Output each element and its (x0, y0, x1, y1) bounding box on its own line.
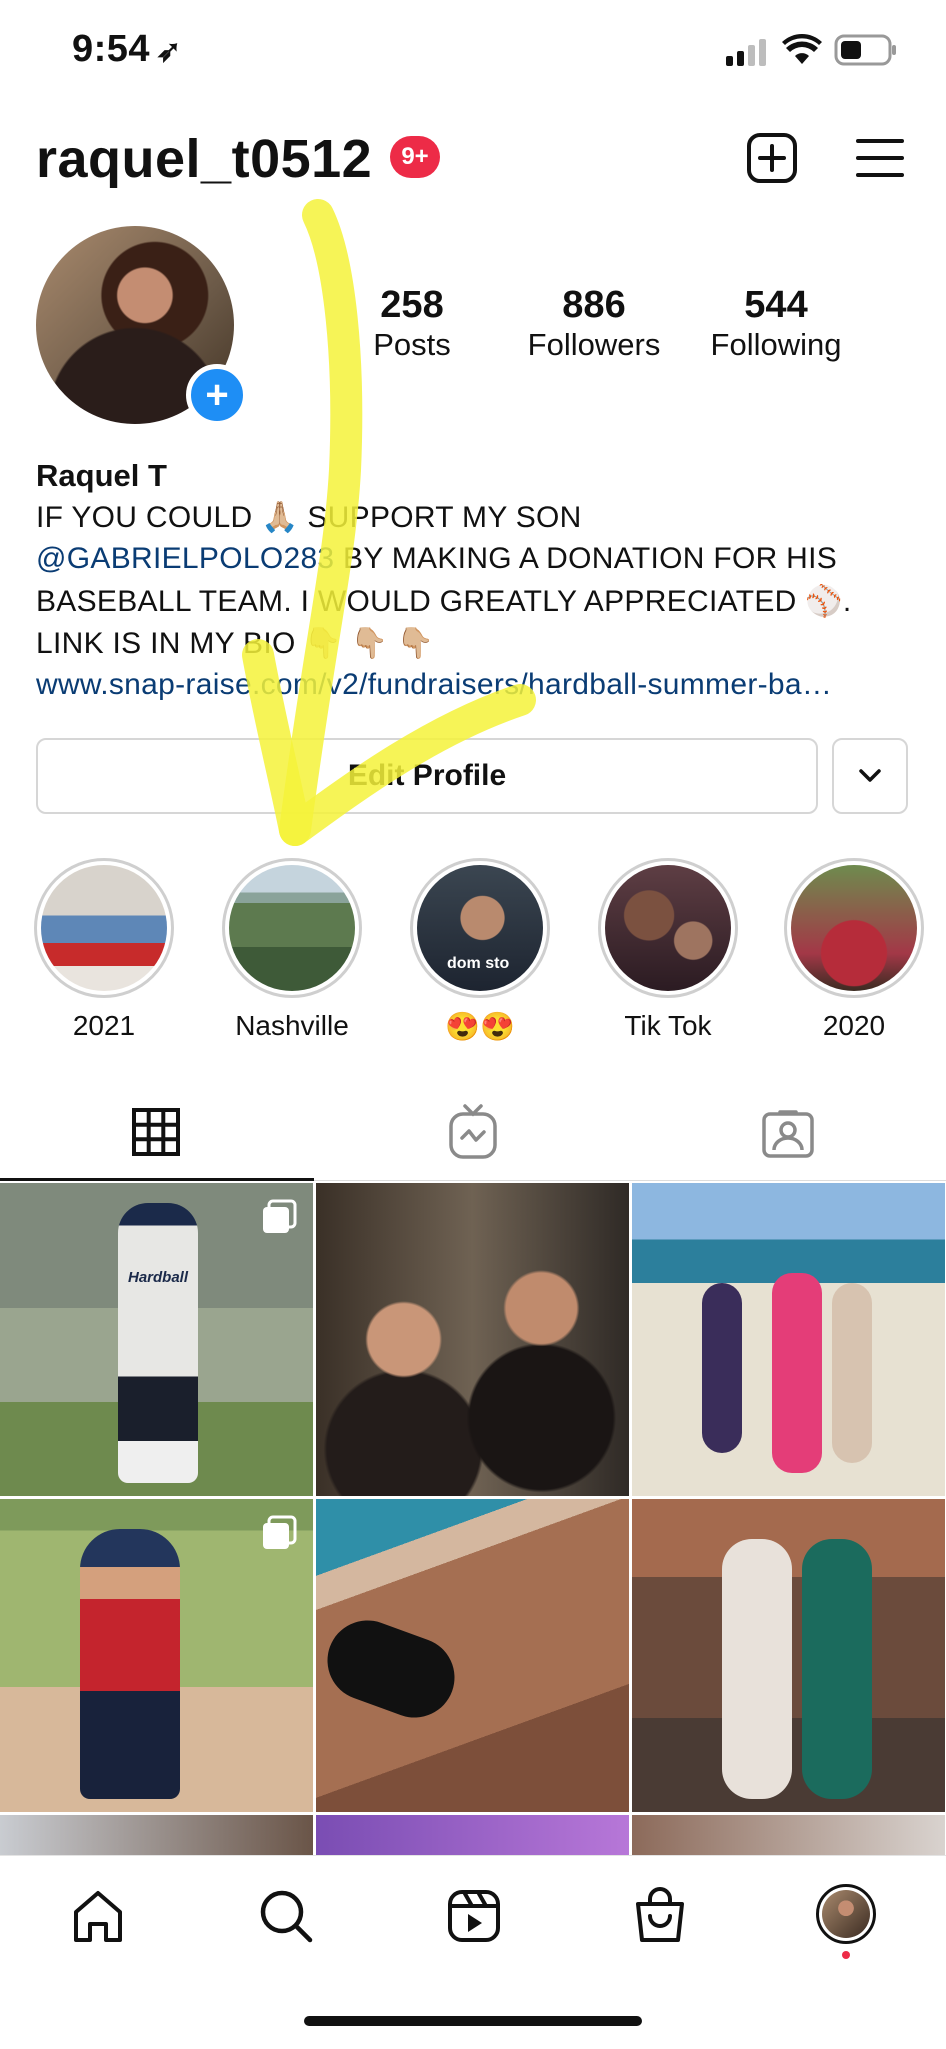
active-tab-indicator (0, 1178, 314, 1181)
nav-profile[interactable] (816, 1884, 876, 1944)
notification-dot (842, 1951, 850, 1959)
tab-tagged[interactable] (762, 1108, 814, 1158)
home-indicator (304, 2016, 642, 2026)
nav-reels[interactable] (446, 1888, 502, 1944)
post-thumbnail[interactable] (0, 1815, 313, 1855)
nav-shop[interactable] (632, 1886, 688, 1944)
tagged-person-icon (762, 1110, 814, 1158)
multiple-photos-icon (263, 1515, 297, 1549)
profile-avatar-small (822, 1890, 870, 1938)
annotation-arrow (242, 199, 536, 846)
grid-icon (132, 1108, 180, 1156)
highlight-label: Tik Tok (624, 1010, 712, 1041)
search-icon (260, 1890, 313, 1943)
nav-home[interactable] (70, 1888, 126, 1944)
highlight-label: 2020 (822, 1010, 886, 1041)
jersey-text: Hardball (128, 1269, 189, 1286)
player-figure (118, 1203, 198, 1483)
home-icon (74, 1891, 122, 1942)
post-thumbnail-kid-baseball[interactable] (0, 1499, 313, 1812)
reels-icon (448, 1890, 500, 1942)
tab-igtv[interactable] (448, 1104, 498, 1160)
highlight-label: 😍😍 (445, 1011, 515, 1042)
tab-posts-grid[interactable] (132, 1108, 180, 1156)
post-thumbnail-pool-selfie[interactable] (316, 1499, 629, 1812)
post-thumbnail-baseball-player[interactable]: Hardball (0, 1183, 313, 1496)
post-thumbnail[interactable] (316, 1815, 629, 1855)
post-thumbnail-selfie-night[interactable] (316, 1183, 629, 1496)
multiple-photos-icon (263, 1199, 297, 1233)
igtv-icon (449, 1104, 497, 1159)
highlight-label: Nashville (235, 1010, 349, 1041)
post-thumbnail[interactable] (632, 1815, 945, 1855)
post-thumbnail-restaurant-pair[interactable] (632, 1499, 945, 1812)
post-thumbnail-beach-group[interactable] (632, 1183, 945, 1496)
highlight-label: 2021 (72, 1010, 136, 1041)
shop-bag-icon (636, 1887, 684, 1942)
nav-search[interactable] (258, 1888, 314, 1944)
